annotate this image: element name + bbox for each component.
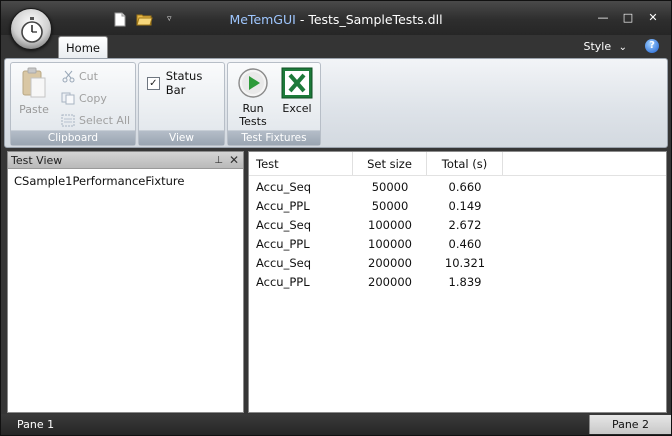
- cell-set-size: 100000: [368, 218, 412, 232]
- minimize-button[interactable]: —: [597, 11, 609, 24]
- cut-button[interactable]: Cut: [61, 67, 98, 86]
- style-menu[interactable]: Style ⌄: [583, 40, 627, 53]
- application-window: ▿ MeTemGUI - Tests_SampleTests.dll — □ ✕…: [0, 0, 672, 436]
- window-controls: — □ ✕: [597, 11, 659, 24]
- cell-total: 10.321: [444, 256, 486, 270]
- test-fixtures-group: Run Tests Excel Test Fixtures: [227, 62, 321, 146]
- tab-home[interactable]: Home: [58, 36, 108, 59]
- cell-test: Accu_PPL: [256, 199, 310, 213]
- copy-label: Copy: [79, 92, 107, 105]
- cell-test: Accu_Seq: [256, 218, 312, 232]
- cell-total: 0.149: [448, 199, 482, 213]
- status-bar: Pane 1 Pane 2: [1, 414, 671, 435]
- excel-icon: [281, 67, 313, 99]
- column-header-test[interactable]: Test: [249, 152, 353, 175]
- table-row[interactable]: Accu_PPL 50000 0.149: [249, 197, 666, 216]
- app-name: MeTemGUI: [229, 12, 296, 27]
- test-view-title: Test View: [11, 154, 63, 167]
- paste-button[interactable]: Paste: [17, 67, 51, 116]
- clipboard-group-label: Clipboard: [11, 130, 135, 145]
- maximize-button[interactable]: □: [622, 11, 634, 24]
- view-group-label: View: [139, 130, 224, 145]
- cell-set-size: 200000: [368, 256, 412, 270]
- paste-label: Paste: [19, 103, 49, 116]
- chevron-down-icon: ⌄: [618, 42, 627, 53]
- list-header: Test Set size Total (s): [249, 152, 666, 176]
- close-pane-icon[interactable]: ✕: [229, 152, 239, 169]
- cell-test: Accu_Seq: [256, 180, 312, 194]
- document-name: Tests_SampleTests.dll: [308, 12, 443, 27]
- status-bar-label: Status Bar: [165, 69, 203, 97]
- cell-total: 1.839: [448, 275, 482, 289]
- close-button[interactable]: ✕: [647, 11, 659, 24]
- status-bar-toggle[interactable]: ✓ Status Bar: [147, 69, 224, 97]
- style-menu-label: Style: [583, 40, 612, 53]
- cell-set-size: 50000: [371, 180, 409, 194]
- run-tests-label-line1: Run: [242, 102, 264, 115]
- play-icon: [237, 67, 269, 99]
- application-button[interactable]: [10, 8, 52, 50]
- scissors-icon: [61, 70, 75, 84]
- table-row[interactable]: Accu_Seq 100000 2.672: [249, 216, 666, 235]
- copy-button[interactable]: Copy: [61, 89, 107, 108]
- pin-icon[interactable]: ⊥: [214, 152, 223, 169]
- cell-total: 0.460: [448, 237, 482, 251]
- select-all-label: Select All: [79, 114, 131, 127]
- excel-export-button[interactable]: Excel: [278, 67, 316, 115]
- column-header-set-size[interactable]: Set size: [353, 152, 427, 175]
- table-row[interactable]: Accu_PPL 100000 0.460: [249, 235, 666, 254]
- test-fixtures-group-label: Test Fixtures: [228, 130, 320, 145]
- select-all-icon: [61, 114, 75, 128]
- test-view-pane: Test View ⊥ ✕ CSample1PerformanceFixture: [7, 151, 244, 413]
- paste-icon: [21, 67, 47, 99]
- table-row[interactable]: Accu_Seq 50000 0.660: [249, 178, 666, 197]
- title-separator: -: [295, 12, 309, 27]
- cell-total: 0.660: [448, 180, 482, 194]
- column-header-total[interactable]: Total (s): [427, 152, 503, 175]
- list-body: Accu_Seq 50000 0.660 Accu_PPL 50000 0.14…: [249, 176, 666, 292]
- cut-label: Cut: [79, 70, 98, 83]
- table-row[interactable]: Accu_Seq 200000 10.321: [249, 254, 666, 273]
- tree-item-fixture[interactable]: CSample1PerformanceFixture: [8, 169, 243, 188]
- table-row[interactable]: Accu_PPL 200000 1.839: [249, 273, 666, 292]
- status-pane-2: Pane 2: [589, 415, 671, 434]
- copy-icon: [61, 92, 75, 106]
- select-all-button[interactable]: Select All: [61, 111, 130, 130]
- status-bar-checkbox[interactable]: ✓: [147, 76, 160, 90]
- clipboard-group: Paste Cut Copy Select All Clipboard: [10, 62, 136, 146]
- window-title: MeTemGUI - Tests_SampleTests.dll: [1, 12, 671, 27]
- excel-label: Excel: [282, 102, 312, 115]
- test-view-header: Test View ⊥ ✕: [8, 152, 243, 169]
- run-tests-button[interactable]: Run Tests: [234, 67, 272, 128]
- cell-set-size: 50000: [371, 199, 409, 213]
- view-group: ✓ Status Bar View: [138, 62, 225, 146]
- run-tests-label-line2: Tests: [239, 115, 267, 128]
- results-list: Test Set size Total (s) Accu_Seq 50000 0…: [248, 151, 667, 413]
- cell-set-size: 200000: [368, 275, 412, 289]
- status-pane-1: Pane 1: [17, 418, 55, 431]
- cell-test: Accu_PPL: [256, 275, 310, 289]
- title-bar[interactable]: ▿ MeTemGUI - Tests_SampleTests.dll — □ ✕: [1, 1, 671, 35]
- ribbon-tab-row: Home Style ⌄ ?: [1, 35, 671, 59]
- help-icon[interactable]: ?: [645, 39, 659, 53]
- stopwatch-icon: [21, 17, 43, 43]
- cell-total: 2.672: [448, 218, 482, 232]
- ribbon-panel: Paste Cut Copy Select All Clipboard ✓ St…: [4, 58, 668, 148]
- cell-set-size: 100000: [368, 237, 412, 251]
- cell-test: Accu_PPL: [256, 237, 310, 251]
- cell-test: Accu_Seq: [256, 256, 312, 270]
